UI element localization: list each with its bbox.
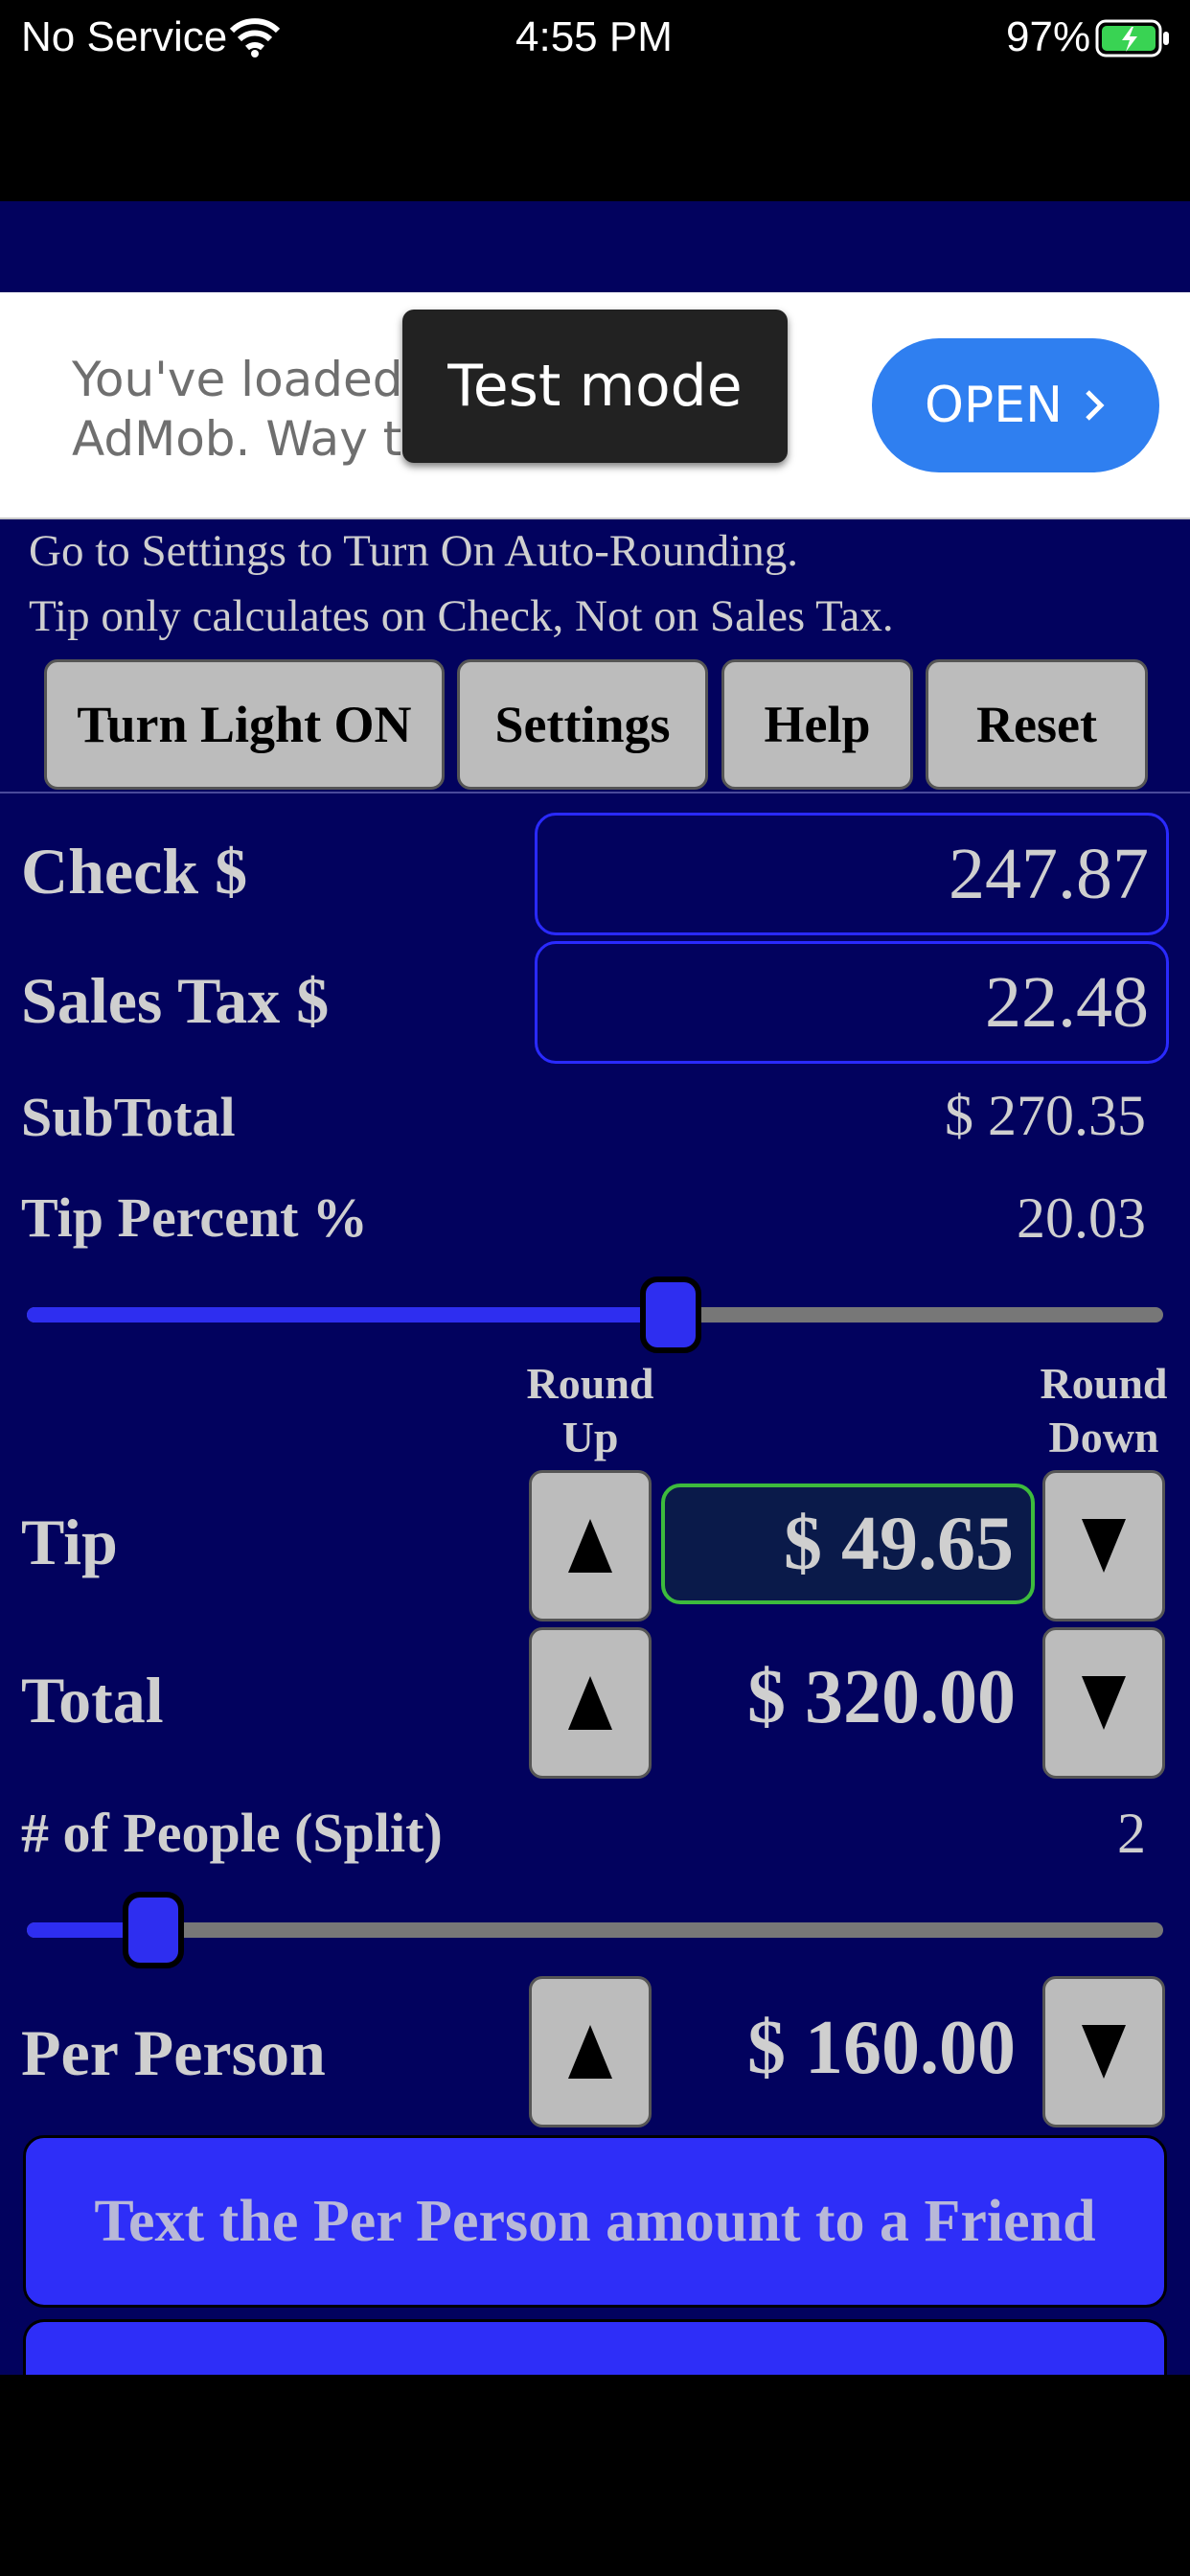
subtotal-value: $ 270.35 — [945, 1084, 1146, 1147]
tip-round-up-button[interactable] — [529, 1470, 652, 1622]
triangle-down-icon — [1082, 1676, 1126, 1730]
tip-percent-value: 20.03 — [1017, 1186, 1146, 1250]
people-slider[interactable] — [27, 1892, 1163, 1968]
triangle-up-icon — [568, 2025, 612, 2079]
total-round-up-button[interactable] — [529, 1627, 652, 1779]
slider-thumb[interactable] — [640, 1276, 701, 1353]
next-button-partial[interactable] — [23, 2319, 1167, 2375]
people-label: # of People (Split) — [21, 1802, 443, 1864]
tip-percent-label: Tip Percent % — [21, 1186, 368, 1249]
clock: 4:55 PM — [515, 13, 673, 60]
tip-percent-slider[interactable] — [27, 1276, 1163, 1353]
slider-track — [27, 1922, 1163, 1938]
help-button[interactable]: Help — [721, 659, 913, 790]
people-value: 2 — [1117, 1802, 1146, 1865]
total-label: Total — [21, 1664, 164, 1736]
per-person-round-down-button[interactable] — [1042, 1976, 1165, 2128]
per-person-round-up-button[interactable] — [529, 1976, 652, 2128]
chevron-right-icon — [1086, 390, 1105, 421]
wifi-icon — [230, 18, 280, 58]
check-input[interactable]: 247.87 — [535, 813, 1169, 935]
sales-tax-input[interactable]: 22.48 — [535, 941, 1169, 1064]
tip-note: Tip only calculates on Check, Not on Sal… — [29, 591, 894, 641]
settings-button[interactable]: Settings — [457, 659, 708, 790]
round-down-label: Round Down — [1040, 1359, 1168, 1461]
triangle-up-icon — [568, 1519, 612, 1573]
ad-text: You've loaded a AdMob. Way to — [72, 352, 436, 467]
per-person-value: $ 160.00 — [747, 2006, 1016, 2090]
subtotal-label: SubTotal — [21, 1086, 236, 1148]
test-mode-toast: Test mode — [402, 310, 788, 463]
carrier-label: No Service — [21, 13, 228, 60]
sales-tax-label: Sales Tax $ — [21, 964, 330, 1037]
tip-label: Tip — [21, 1506, 118, 1578]
slider-fill — [27, 1307, 671, 1322]
ad-open-label: OPEN — [924, 377, 1064, 434]
divider — [0, 792, 1190, 794]
check-label: Check $ — [21, 835, 248, 908]
total-value: $ 320.00 — [747, 1655, 1016, 1739]
slider-thumb[interactable] — [123, 1892, 184, 1968]
ad-banner[interactable]: You've loaded a AdMob. Way to Test mode … — [0, 292, 1190, 519]
tip-value[interactable]: $ 49.65 — [661, 1484, 1035, 1604]
turn-light-on-button[interactable]: Turn Light ON — [44, 659, 445, 790]
settings-note: Go to Settings to Turn On Auto-Rounding. — [29, 526, 799, 576]
status-bar: No Service 4:55 PM 97% — [0, 0, 1190, 86]
triangle-down-icon — [1082, 2025, 1126, 2079]
text-friend-button[interactable]: Text the Per Person amount to a Friend — [23, 2135, 1167, 2308]
battery-icon — [1095, 19, 1169, 58]
reset-button[interactable]: Reset — [926, 659, 1148, 790]
triangle-up-icon — [568, 1676, 612, 1730]
triangle-down-icon — [1082, 1519, 1126, 1573]
battery-percent: 97% — [1006, 13, 1091, 60]
round-up-label: Round Up — [526, 1359, 654, 1461]
per-person-label: Per Person — [21, 2016, 326, 2089]
total-round-down-button[interactable] — [1042, 1627, 1165, 1779]
tip-round-down-button[interactable] — [1042, 1470, 1165, 1622]
ad-open-button[interactable]: OPEN — [872, 338, 1159, 472]
